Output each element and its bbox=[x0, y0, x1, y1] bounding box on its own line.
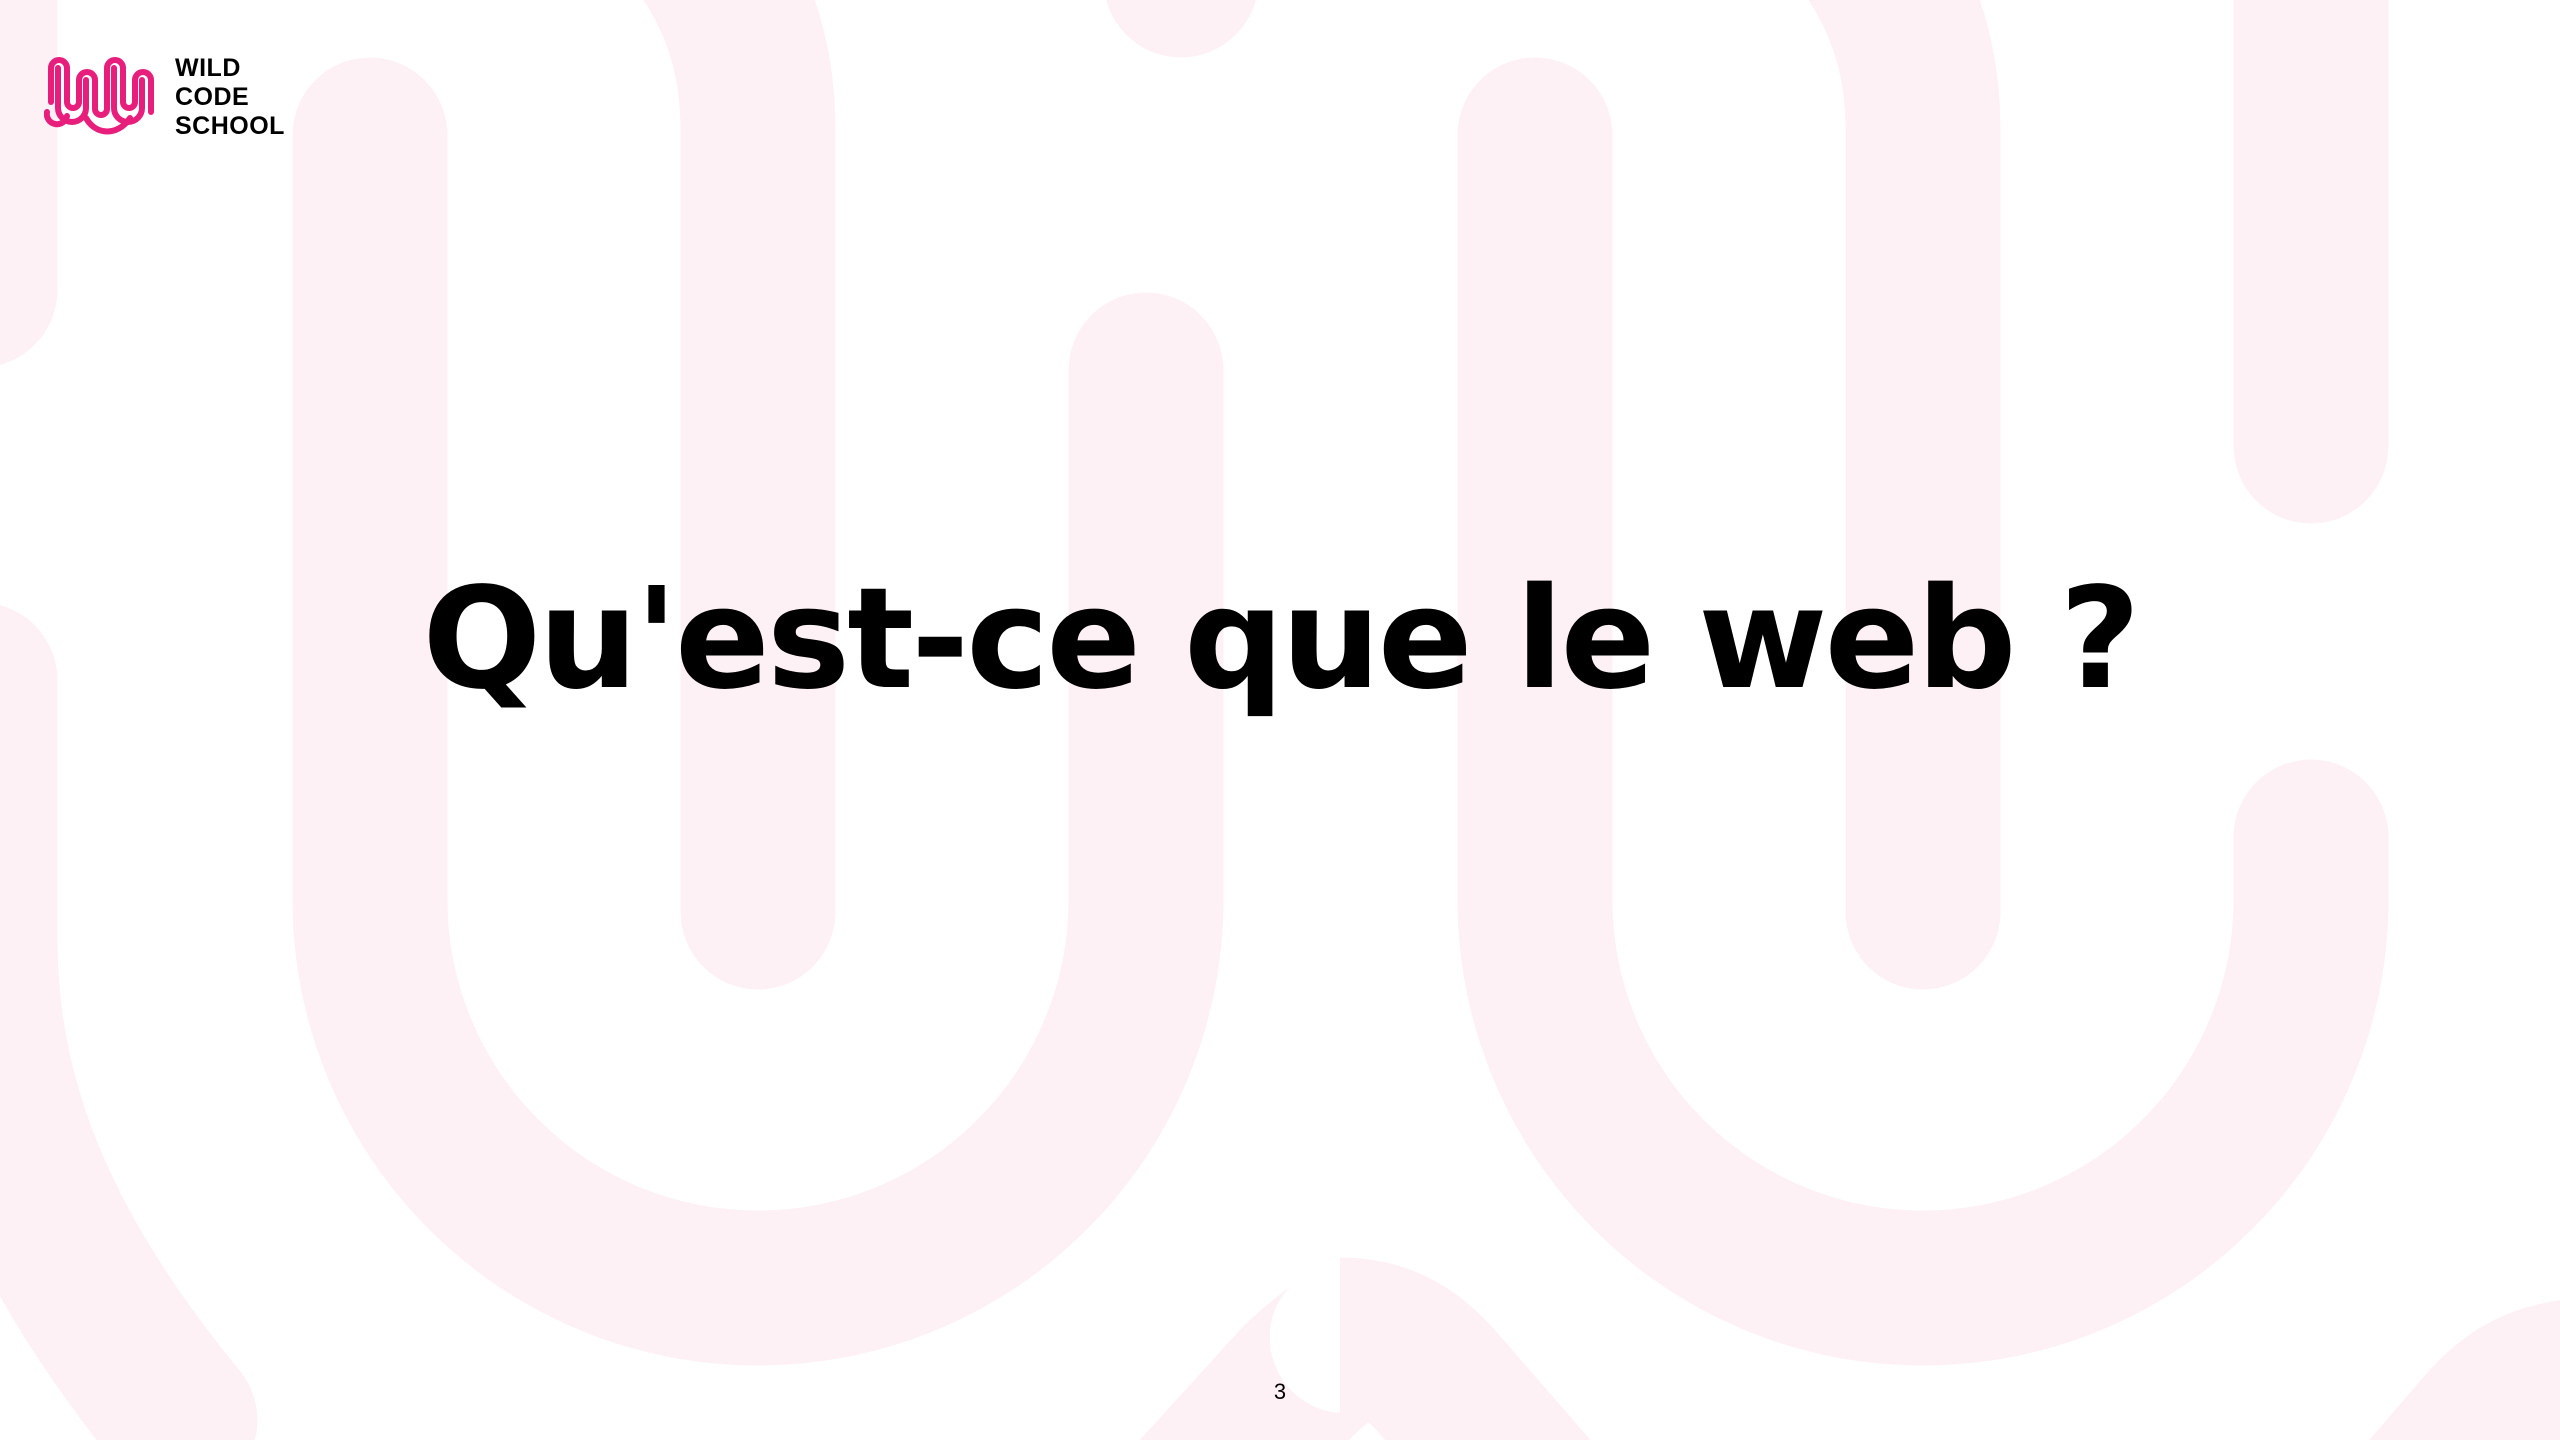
logo-text-wild: WILD bbox=[175, 54, 241, 82]
pattern-stroke bbox=[643, 0, 836, 990]
presentation-slide: WILD CODE SCHOOL Qu'est-ce que le web ? … bbox=[0, 0, 2560, 1440]
pattern-stroke bbox=[1808, 0, 2001, 990]
page-number: 3 bbox=[1273, 1379, 1287, 1404]
logo-text-code: CODE bbox=[175, 83, 250, 111]
pattern-stroke bbox=[2369, 1300, 2560, 1440]
pattern-stroke bbox=[0, 605, 258, 1440]
logo-wordmark: WILD CODE SCHOOL bbox=[175, 54, 285, 141]
wild-code-school-logo: WILD CODE SCHOOL bbox=[44, 52, 304, 142]
logo-text-school: SCHOOL bbox=[175, 112, 285, 140]
slide-title: Qu'est-ce que le web ? bbox=[422, 558, 2140, 721]
wild-code-school-logo-icon bbox=[44, 57, 154, 135]
